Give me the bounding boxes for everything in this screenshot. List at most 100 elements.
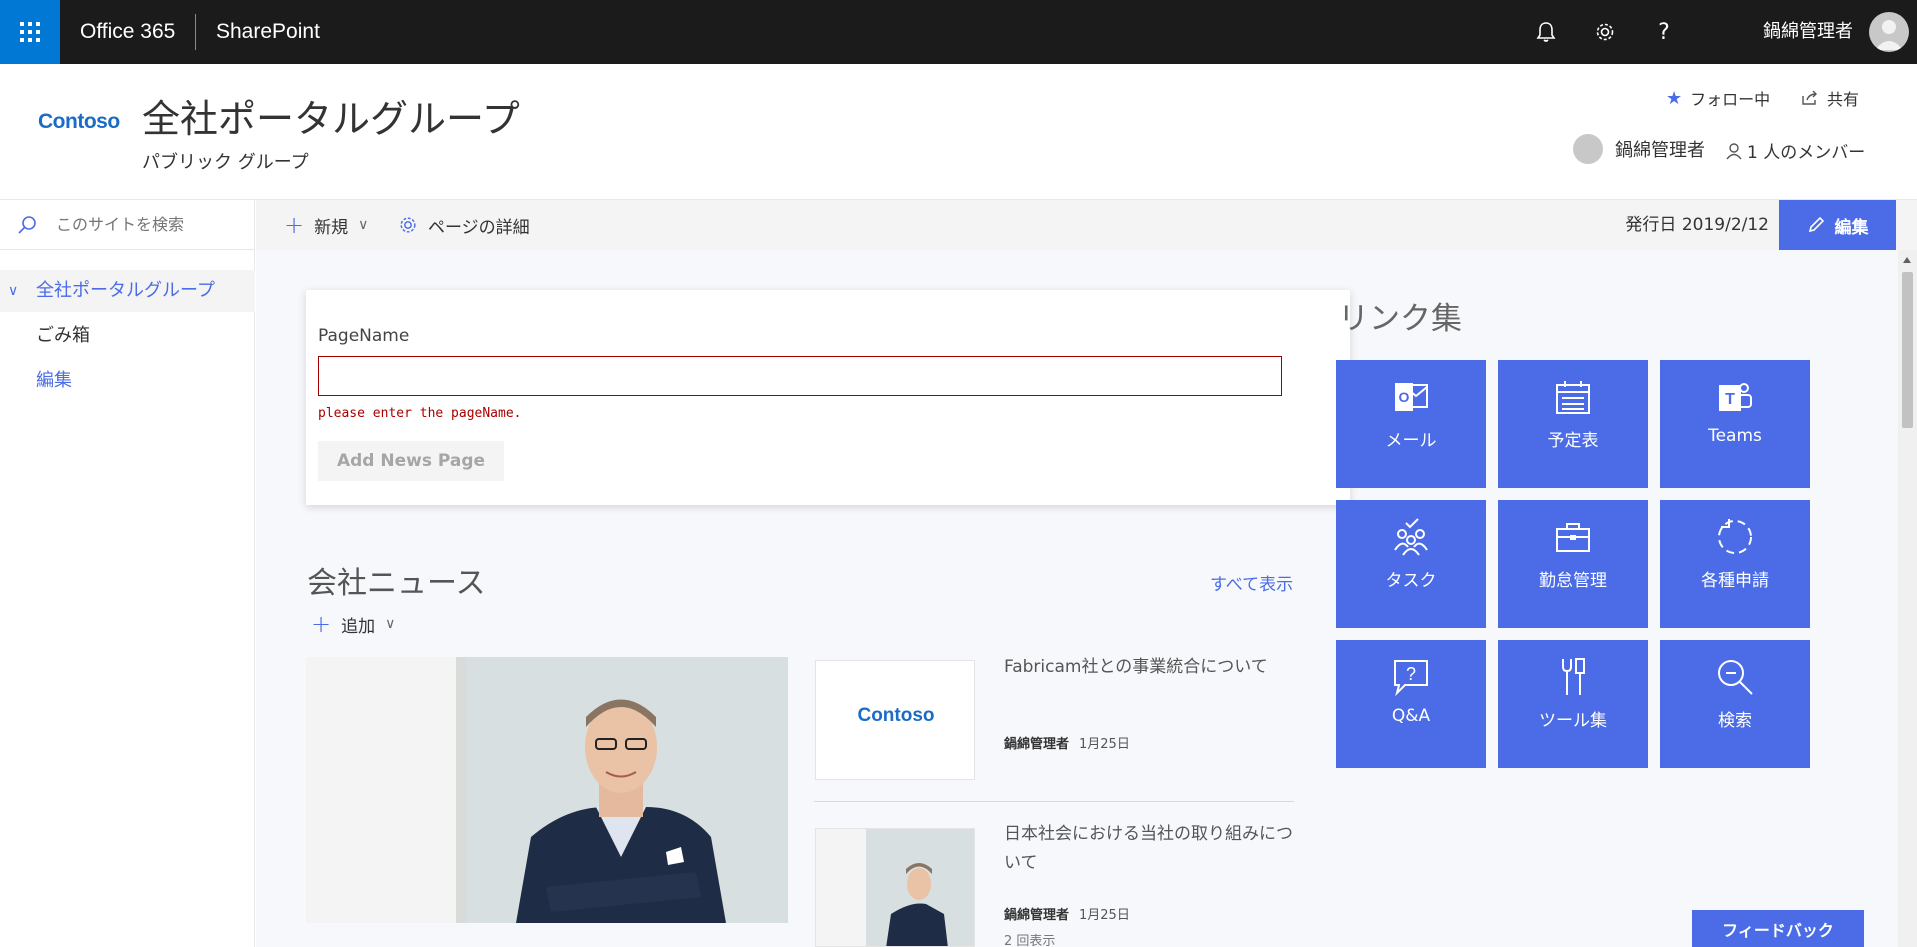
link-tile-calendar[interactable]: 予定表 [1498,360,1648,488]
page-canvas: PageName please enter the pageName. Add … [256,250,1898,947]
plus-icon: + [284,211,305,239]
news-thumbnail-1[interactable]: Contoso [815,660,975,780]
site-logo[interactable]: Contoso [38,110,120,134]
error-message: please enter the pageName. [318,406,522,421]
tile-label: 各種申請 [1701,571,1769,591]
add-news-page-button[interactable]: Add News Page [318,441,504,481]
share-button[interactable]: 共有 [1801,86,1859,110]
link-tile-teams[interactable]: T Teams [1660,360,1810,488]
nav-item-label: 全社ポータルグループ [36,280,215,301]
news-item-date: 1月25日 [1079,908,1130,923]
link-tile-qa[interactable]: ? Q&A [1336,640,1486,768]
tile-label: タスク [1385,571,1437,591]
news-thumbnail-2[interactable] [815,828,975,947]
search-icon [18,215,36,234]
command-bar: + 新規 ∨ ページの詳細 発行日 2019/2/12 編集 [256,200,1917,250]
businessman-photo [306,657,788,923]
gear-icon [1596,23,1614,41]
news-item-author[interactable]: 鍋綿管理者 [1004,908,1069,923]
share-label: 共有 [1827,90,1860,109]
news-section-title: 会社ニュース [307,566,486,601]
svg-text:T: T [1725,391,1735,408]
settings-button[interactable] [1587,14,1623,50]
link-tile-tools[interactable]: ツール集 [1498,640,1648,768]
group-owner[interactable]: 鍋綿管理者 [1573,134,1705,164]
site-title[interactable]: 全社ポータルグループ [142,88,520,143]
members-label: 1 人のメンバー [1747,143,1866,163]
suite-bar: Office 365 SharePoint ? 鍋綿管理者 [0,0,1917,64]
scroll-thumb[interactable] [1902,272,1913,428]
svg-text:O: O [1399,389,1410,405]
suite-app-name[interactable]: SharePoint [216,0,320,64]
waffle-icon [20,22,40,42]
chevron-down-icon: ∨ [385,616,396,632]
help-icon: ? [1658,19,1670,45]
calendar-icon [1498,372,1648,422]
chevron-down-icon[interactable]: ∨ [8,270,18,312]
news-divider [814,801,1294,802]
published-date: 発行日 2019/2/12 [1625,215,1769,235]
owner-avatar [1573,134,1603,164]
link-tile-requests[interactable]: 各種申請 [1660,500,1810,628]
briefcase-icon [1498,512,1648,562]
gear-icon [400,217,416,233]
nav-item-recycle-bin[interactable]: ごみ箱 [0,315,255,357]
person-icon [1875,20,1903,50]
page-scrollbar[interactable] [1898,250,1917,947]
follow-button[interactable]: ★ フォロー中 [1666,86,1770,110]
nav-item-label: ごみ箱 [36,325,90,346]
site-search[interactable] [0,200,255,250]
add-label: 追加 [341,616,376,637]
members-button[interactable]: 1 人のメンバー [1726,138,1865,163]
nav-edit-link[interactable]: 編集 [0,360,255,402]
bell-icon [1536,22,1556,42]
teams-icon: T [1660,372,1810,422]
feedback-button[interactable]: フィードバック [1692,910,1864,947]
link-tile-tasks[interactable]: タスク [1336,500,1486,628]
search-icon [1660,652,1810,702]
links-section-title: リンク集 [1338,301,1462,337]
app-launcher-button[interactable] [0,0,60,64]
follow-label: フォロー中 [1690,90,1771,109]
edit-button[interactable]: 編集 [1779,200,1896,250]
tile-label: ツール集 [1539,711,1607,731]
outlook-icon: O [1336,372,1486,422]
suite-title[interactable]: Office 365 [80,0,175,64]
site-subtitle: パブリック グループ [142,152,309,173]
link-tile-search[interactable]: 検索 [1660,640,1810,768]
page-name-input[interactable] [318,356,1282,396]
news-item-meta: 鍋綿管理者 1月25日 [1004,733,1130,752]
nav-item-portal-group[interactable]: ∨ 全社ポータルグループ [0,270,255,312]
news-item-title[interactable]: Fabricam社との事業統合について [1004,653,1304,682]
page-details-button[interactable]: ページの詳細 [398,200,530,250]
contoso-logo: Contoso [857,705,935,726]
tile-label: Q&A [1391,706,1431,726]
news-item-title[interactable]: 日本社会における当社の取り組みについて [1004,820,1304,878]
search-input[interactable] [56,215,236,234]
user-avatar[interactable] [1869,12,1909,52]
plus-icon: + [311,610,332,638]
hero-news-image[interactable] [306,657,788,923]
link-tile-mail[interactable]: O メール [1336,360,1486,488]
tile-label: Teams [1708,426,1762,446]
scroll-up-arrow[interactable] [1903,257,1911,263]
help-button[interactable]: ? [1646,14,1682,50]
tools-icon [1498,652,1648,702]
new-button[interactable]: + 新規 ∨ [284,200,368,250]
tasks-icon [1336,512,1486,562]
page-details-label: ページの詳細 [428,217,530,238]
suite-user-name[interactable]: 鍋綿管理者 [1763,0,1853,64]
tile-label: 検索 [1718,711,1752,731]
news-item-date: 1月25日 [1079,737,1130,752]
page-name-label: PageName [318,326,410,346]
tile-label: 勤怠管理 [1539,571,1607,591]
link-tile-attendance[interactable]: 勤怠管理 [1498,500,1648,628]
notifications-button[interactable] [1528,14,1564,50]
nav-item-label: 編集 [36,370,72,391]
see-all-link[interactable]: すべて表示 [1210,570,1293,595]
suite-divider [195,14,196,50]
news-item-author[interactable]: 鍋綿管理者 [1004,737,1069,752]
news-item-views: 2 回表示 [1004,934,1056,947]
star-icon: ★ [1666,87,1683,109]
add-news-button[interactable]: + 追加 ∨ [311,610,395,638]
